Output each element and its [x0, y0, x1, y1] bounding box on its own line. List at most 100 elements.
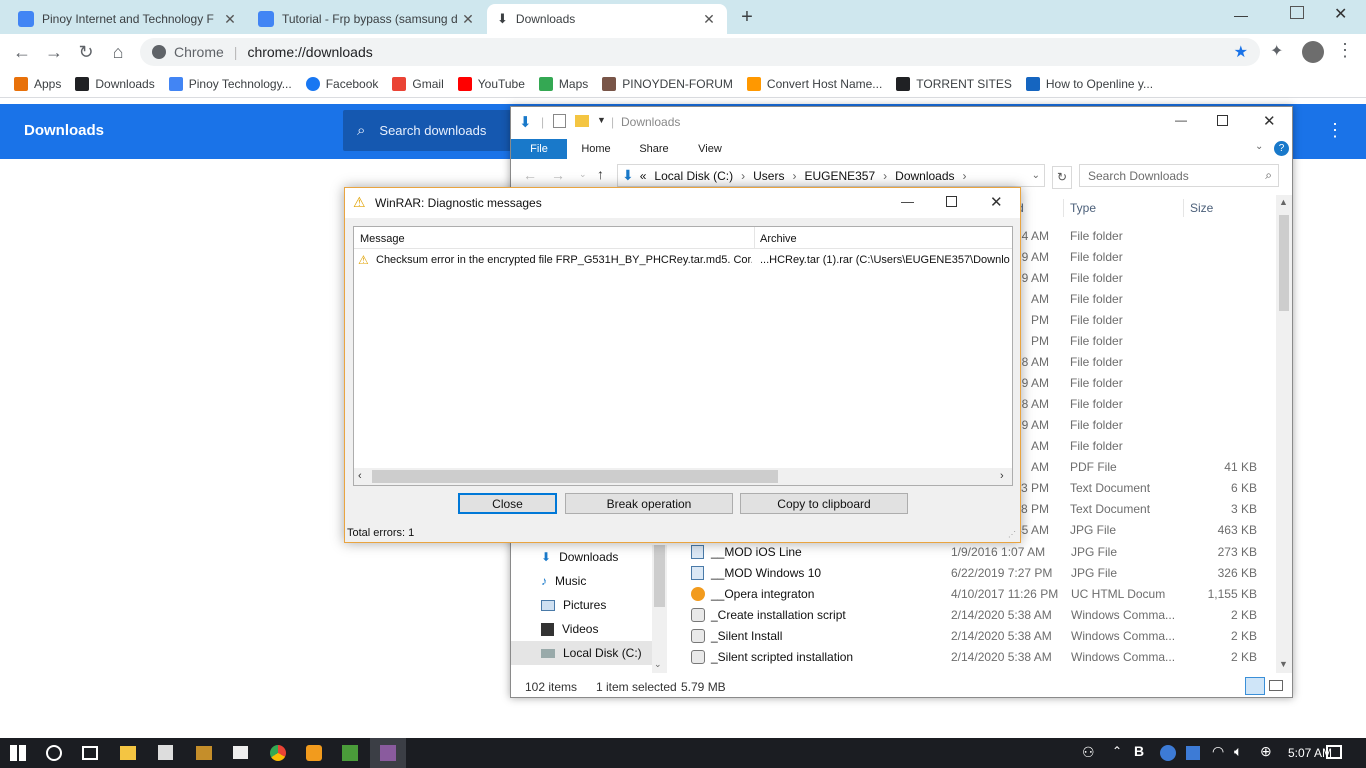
close-icon[interactable]: ✕	[222, 11, 238, 28]
tab-downloads[interactable]: ⬇ Downloads ✕	[487, 4, 727, 34]
column-header-message[interactable]: Message	[360, 233, 405, 245]
forward-icon[interactable]: →	[551, 167, 565, 183]
address-dropdown-icon[interactable]: ⌄	[1032, 170, 1040, 181]
close-icon[interactable]: ✕	[701, 11, 717, 28]
recent-locations-icon[interactable]: ⌄	[579, 169, 587, 180]
bookmark-convert-host[interactable]: Convert Host Name...	[746, 76, 882, 91]
archive-app-icon[interactable]	[342, 745, 358, 761]
restore-window-button[interactable]	[1290, 6, 1304, 19]
close-window-button[interactable]: ✕	[1334, 4, 1347, 24]
close-icon[interactable]: ✕	[460, 11, 476, 28]
address-bar[interactable]: Chrome | chrome://downloads ★	[140, 38, 1260, 66]
tray-app-icon[interactable]	[1160, 745, 1176, 761]
list-item[interactable]: ⚠ Checksum error in the encrypted file F…	[354, 251, 1012, 269]
tab-share[interactable]: Share	[629, 139, 679, 159]
nav-item-videos[interactable]: Videos	[511, 617, 667, 641]
search-downloads-field[interactable]: Search Downloads ⌕	[1079, 164, 1279, 187]
bookmark-downloads[interactable]: Downloads	[75, 76, 155, 91]
maximize-window-button[interactable]	[1217, 115, 1228, 126]
tab-file[interactable]: File	[511, 139, 567, 159]
chrome-taskbar-icon[interactable]	[270, 745, 286, 761]
back-icon[interactable]: ←	[10, 40, 34, 64]
table-row[interactable]: __MOD Windows 10 6/22/2019 7:27 PM JPG Fil…	[687, 563, 1277, 584]
up-folder-icon[interactable]: ↑	[597, 166, 604, 182]
wifi-icon[interactable]: ◠	[1212, 743, 1224, 760]
quick-access-dropdown-icon[interactable]: ▼	[597, 115, 606, 125]
scroll-left-icon[interactable]: ‹	[358, 470, 362, 482]
copy-to-clipboard-button[interactable]: Copy to clipboard	[740, 493, 908, 514]
nav-item-local-disk[interactable]: Local Disk (C:)	[511, 641, 667, 665]
breadcrumb-overflow[interactable]: «	[640, 169, 647, 183]
close-button[interactable]: Close	[458, 493, 557, 514]
volume-icon[interactable]: 🔈︎	[1234, 743, 1242, 760]
cortana-search-icon[interactable]	[46, 745, 62, 761]
breadcrumb-users[interactable]: Users	[753, 169, 784, 183]
column-header-type[interactable]: Type	[1070, 201, 1096, 215]
new-folder-icon[interactable]	[575, 115, 589, 127]
column-header-archive[interactable]: Archive	[760, 233, 797, 245]
bookmark-maps[interactable]: Maps	[538, 76, 588, 91]
language-icon[interactable]: ⊕	[1260, 743, 1272, 760]
winrar-app-icon[interactable]	[196, 746, 212, 760]
show-hidden-icons-icon[interactable]: ⌃	[1112, 744, 1122, 758]
bookmark-torrent-sites[interactable]: TORRENT SITES	[896, 76, 1012, 91]
bookmark-facebook[interactable]: Facebook	[305, 76, 378, 91]
breadcrumb-downloads[interactable]: Downloads	[895, 169, 954, 183]
security-icon[interactable]	[1186, 746, 1200, 760]
uc-browser-icon[interactable]	[306, 745, 322, 761]
scroll-down-icon[interactable]: ⌄	[654, 659, 662, 670]
scroll-right-icon[interactable]: ›	[1000, 470, 1004, 482]
minimize-window-button[interactable]: —	[1234, 7, 1254, 23]
back-icon[interactable]: ←	[523, 167, 537, 183]
help-icon[interactable]: ?	[1274, 141, 1289, 156]
details-view-icon[interactable]	[1245, 677, 1265, 695]
large-icons-view-icon[interactable]	[1269, 680, 1283, 691]
nav-scrollbar-thumb[interactable]	[654, 545, 665, 607]
table-row[interactable]: __Opera integraton 4/10/2017 11:26 PM UC H…	[687, 584, 1277, 605]
scroll-up-icon[interactable]: ▲	[1279, 197, 1288, 207]
properties-icon[interactable]	[553, 114, 566, 128]
bookmark-youtube[interactable]: YouTube	[457, 76, 525, 91]
extensions-icon[interactable]: ✦	[1270, 41, 1283, 61]
explorer-address-bar[interactable]: ⬇ « Local Disk (C:) › Users › EUGENE357 …	[617, 164, 1045, 187]
scroll-down-icon[interactable]: ▼	[1279, 659, 1288, 669]
diagnostic-message-list[interactable]: Message Archive ⚠ Checksum error in the …	[353, 226, 1013, 486]
action-center-icon[interactable]	[1326, 745, 1342, 759]
mail-icon[interactable]	[233, 746, 248, 759]
break-operation-button[interactable]: Break operation	[565, 493, 733, 514]
windows-start-icon[interactable]	[10, 745, 26, 761]
people-icon[interactable]: ⚇	[1082, 744, 1095, 761]
forward-icon[interactable]: →	[42, 40, 66, 64]
bookmark-star-icon[interactable]: ★	[1234, 42, 1248, 62]
table-row[interactable]: __MOD iOS Line 1/9/2016 1:07 AM JPG File 27…	[687, 542, 1277, 563]
nav-item-music[interactable]: ♪ Music	[511, 569, 667, 593]
bookmark-apps[interactable]: Apps	[14, 76, 61, 91]
chrome-menu-icon[interactable]: ⋮	[1336, 40, 1354, 61]
tab-pinoy-internet[interactable]: Pinoy Internet and Technology F ✕	[8, 4, 248, 34]
refresh-icon[interactable]: ↻	[1052, 166, 1072, 189]
nav-scrollbar[interactable]: ⌄	[652, 545, 667, 673]
close-window-button[interactable]: ✕	[990, 193, 1003, 211]
ribbon-expand-icon[interactable]: ⌄	[1255, 141, 1263, 152]
new-tab-button[interactable]: +	[734, 6, 760, 30]
maximize-window-button[interactable]	[946, 196, 957, 207]
profile-avatar[interactable]	[1302, 41, 1324, 63]
nav-item-downloads[interactable]: ⬇ Downloads	[511, 545, 667, 569]
bookmark-openline[interactable]: How to Openline y...	[1025, 76, 1153, 91]
scrollbar-thumb[interactable]	[372, 470, 778, 483]
vertical-scrollbar[interactable]: ▲ ▼	[1276, 195, 1292, 673]
tab-view[interactable]: View	[685, 139, 735, 159]
tab-tutorial-frp[interactable]: Tutorial - Frp bypass (samsung d ✕	[248, 4, 486, 34]
table-row[interactable]: _Create installation script 2/14/2020 5:3…	[687, 605, 1277, 626]
scrollbar-thumb[interactable]	[1279, 215, 1289, 311]
column-header-size[interactable]: Size	[1190, 201, 1213, 215]
nav-item-pictures[interactable]: Pictures	[511, 593, 667, 617]
resize-grip-icon[interactable]: ⋰	[1008, 530, 1016, 539]
bookmark-pinoy-technology[interactable]: Pinoy Technology...	[168, 76, 292, 91]
table-row[interactable]: _Silent Install 2/14/2020 5:38 AM Windows …	[687, 626, 1277, 647]
more-actions-icon[interactable]: ⋮	[1326, 120, 1344, 141]
breadcrumb-local-disk[interactable]: Local Disk (C:)	[654, 169, 733, 183]
bookmark-gmail[interactable]: Gmail	[392, 76, 444, 91]
task-view-icon[interactable]	[82, 746, 98, 760]
bookmark-pinoyden-forum[interactable]: PINOYDEN-FORUM	[602, 76, 733, 91]
